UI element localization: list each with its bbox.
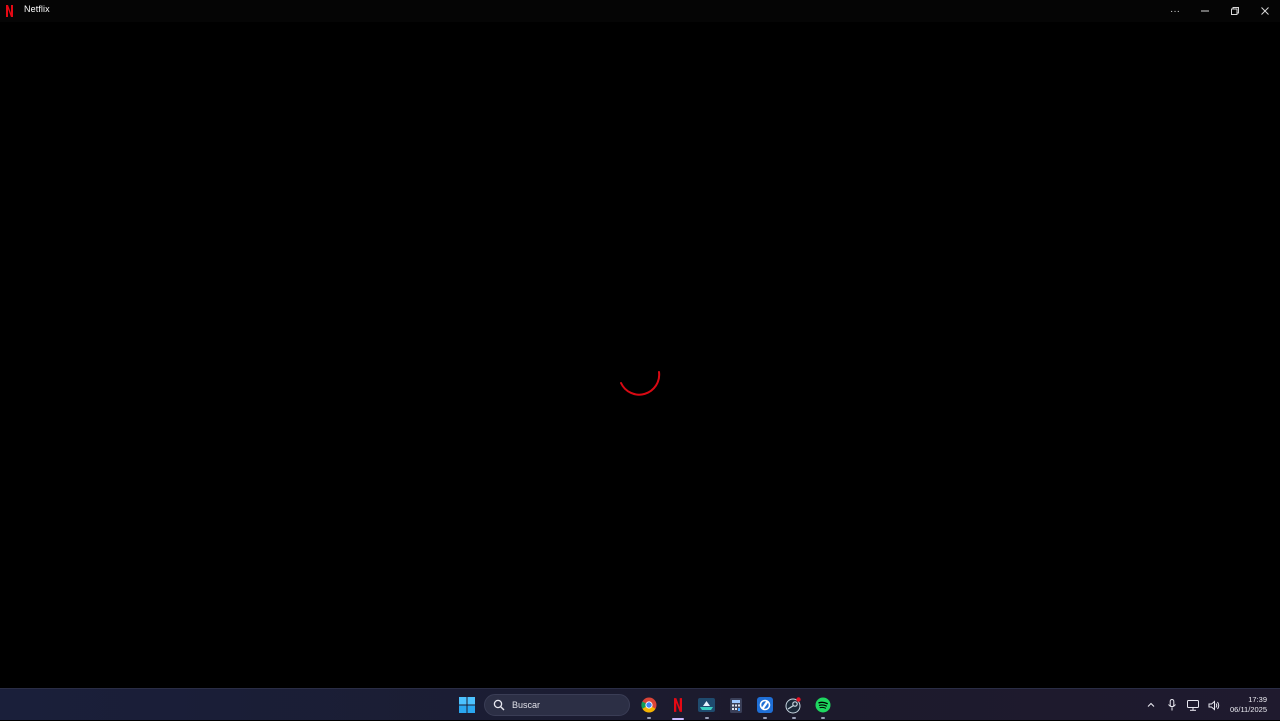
network-button[interactable] [1182, 689, 1203, 721]
taskbar-vpn[interactable] [692, 689, 721, 721]
chrome-icon [640, 697, 656, 713]
start-button[interactable] [452, 689, 481, 721]
speaker-icon [1208, 699, 1219, 711]
running-indicator [820, 717, 825, 719]
close-button[interactable] [1250, 0, 1280, 22]
taskbar: Buscar 17:39 06/11/2025 [0, 688, 1280, 720]
steam-icon [785, 696, 801, 713]
netflix-icon [673, 698, 682, 712]
taskbar-chrome[interactable] [634, 689, 663, 721]
taskbar-spotify[interactable] [808, 689, 837, 721]
clock-date: 06/11/2025 [1230, 705, 1267, 714]
microphone-button[interactable] [1161, 689, 1182, 721]
restore-icon [1231, 7, 1239, 15]
microphone-icon [1167, 699, 1176, 711]
running-indicator [646, 717, 651, 719]
shield-ship-icon [698, 698, 715, 712]
title-bar[interactable]: Netflix ··· [0, 0, 1280, 22]
search-icon [493, 699, 505, 711]
taskbar-calculator[interactable] [721, 689, 750, 721]
taskbar-blue-app[interactable] [750, 689, 779, 721]
taskbar-search-box[interactable]: Buscar [484, 694, 630, 716]
windows-start-icon [458, 697, 475, 713]
clock[interactable]: 17:39 06/11/2025 [1224, 689, 1280, 721]
close-icon [1261, 7, 1269, 15]
window-controls: ··· [1160, 0, 1280, 22]
minimize-icon [1201, 10, 1209, 12]
taskbar-steam[interactable] [779, 689, 808, 721]
restore-button[interactable] [1220, 0, 1250, 22]
app-content-area [0, 22, 1280, 688]
netflix-window: Netflix ··· [0, 0, 1280, 688]
system-tray: 17:39 06/11/2025 [1140, 689, 1280, 721]
volume-button[interactable] [1203, 689, 1224, 721]
running-indicator [791, 717, 796, 719]
taskbar-netflix[interactable] [663, 689, 692, 721]
show-hidden-icons-button[interactable] [1140, 689, 1161, 721]
calculator-icon [729, 697, 742, 713]
network-icon [1186, 699, 1199, 711]
taskbar-center: Buscar [452, 689, 837, 721]
more-options-button[interactable]: ··· [1160, 0, 1190, 22]
running-indicator [762, 717, 767, 719]
ellipsis-icon: ··· [1170, 5, 1180, 17]
running-indicator [704, 717, 709, 719]
window-title: Netflix [24, 4, 50, 14]
spotify-icon [815, 697, 830, 713]
search-placeholder: Buscar [512, 700, 541, 710]
loading-spinner-icon [620, 371, 661, 396]
minimize-button[interactable] [1190, 0, 1220, 22]
chevron-up-icon [1147, 702, 1154, 707]
netflix-logo-icon [6, 5, 13, 17]
blue-app-icon [756, 697, 773, 713]
clock-time: 17:39 [1248, 695, 1267, 704]
